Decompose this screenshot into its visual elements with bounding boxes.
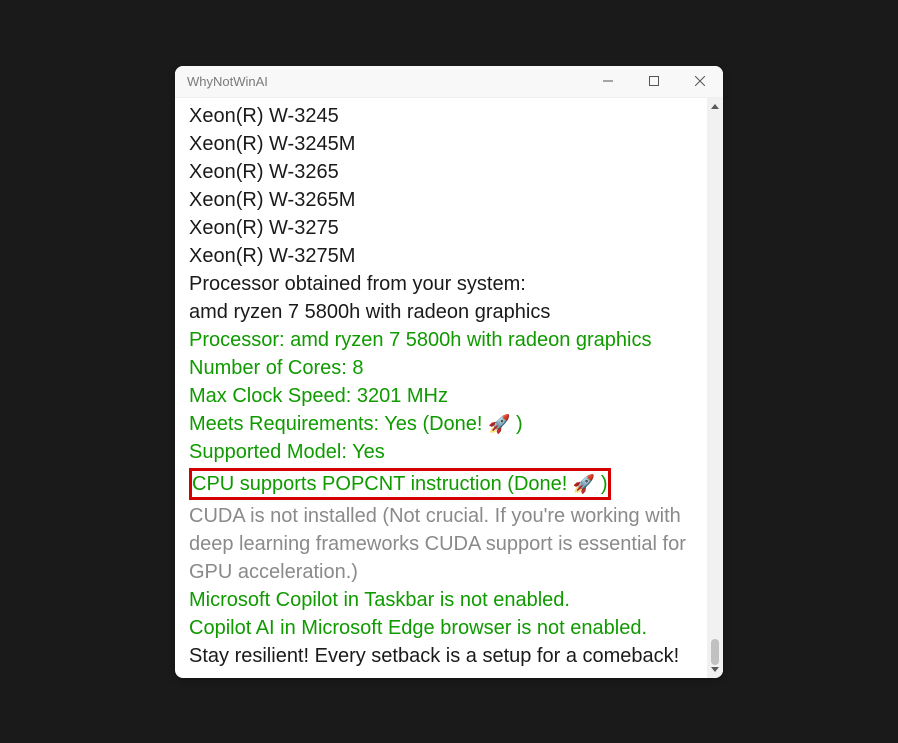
supported-model-line: Supported Model: Yes (189, 438, 705, 466)
rocket-icon: 🚀 (573, 474, 595, 494)
titlebar: WhyNotWinAI (175, 66, 723, 98)
cpu-model-line: Xeon(R) W-3265 (189, 158, 705, 186)
popcnt-line: CPU supports POPCNT instruction (Done! 🚀… (192, 471, 608, 497)
copilot-taskbar-line: Microsoft Copilot in Taskbar is not enab… (189, 586, 705, 614)
cpu-model-line: Xeon(R) W-3245 (189, 102, 705, 130)
popcnt-text-pre: CPU supports POPCNT instruction (Done! (192, 473, 573, 495)
processor-detail: Processor: amd ryzen 7 5800h with radeon… (189, 326, 705, 354)
app-window: WhyNotWinAI Xeon(R) W-3245 Xeon(R) W-324… (175, 66, 723, 678)
meets-text-pre: Meets Requirements: Yes (Done! (189, 413, 488, 435)
output-content: Xeon(R) W-3245 Xeon(R) W-3245M Xeon(R) W… (175, 98, 707, 678)
motivation-line: Stay resilient! Every setback is a setup… (189, 642, 705, 670)
maximize-icon (649, 76, 659, 86)
scroll-thumb[interactable] (711, 639, 719, 665)
cpu-model-line: Xeon(R) W-3245M (189, 130, 705, 158)
obtained-label: Processor obtained from your system: (189, 270, 705, 298)
close-button[interactable] (677, 66, 723, 97)
scroll-up-icon[interactable] (711, 104, 719, 109)
cores-line: Number of Cores: 8 (189, 354, 705, 382)
maximize-button[interactable] (631, 66, 677, 97)
copilot-edge-line: Copilot AI in Microsoft Edge browser is … (189, 614, 705, 642)
window-title: WhyNotWinAI (187, 74, 268, 89)
processor-name: amd ryzen 7 5800h with radeon graphics (189, 298, 705, 326)
rocket-icon: 🚀 (488, 414, 510, 434)
cuda-line: CUDA is not installed (Not crucial. If y… (189, 502, 705, 586)
meets-requirements-line: Meets Requirements: Yes (Done! 🚀 ) (189, 410, 705, 438)
clock-line: Max Clock Speed: 3201 MHz (189, 382, 705, 410)
minimize-button[interactable] (585, 66, 631, 97)
minimize-icon (603, 76, 613, 86)
scrollbar[interactable] (707, 98, 723, 678)
popcnt-text-post: ) (595, 473, 607, 495)
window-controls (585, 66, 723, 97)
cpu-model-line: Xeon(R) W-3265M (189, 186, 705, 214)
content-wrap: Xeon(R) W-3245 Xeon(R) W-3245M Xeon(R) W… (175, 98, 723, 678)
meets-text-post: ) (510, 413, 522, 435)
highlight-box: CPU supports POPCNT instruction (Done! 🚀… (189, 468, 611, 500)
cpu-model-line: Xeon(R) W-3275 (189, 214, 705, 242)
close-icon (695, 76, 705, 86)
cpu-model-line: Xeon(R) W-3275M (189, 242, 705, 270)
scroll-down-icon[interactable] (711, 667, 719, 672)
